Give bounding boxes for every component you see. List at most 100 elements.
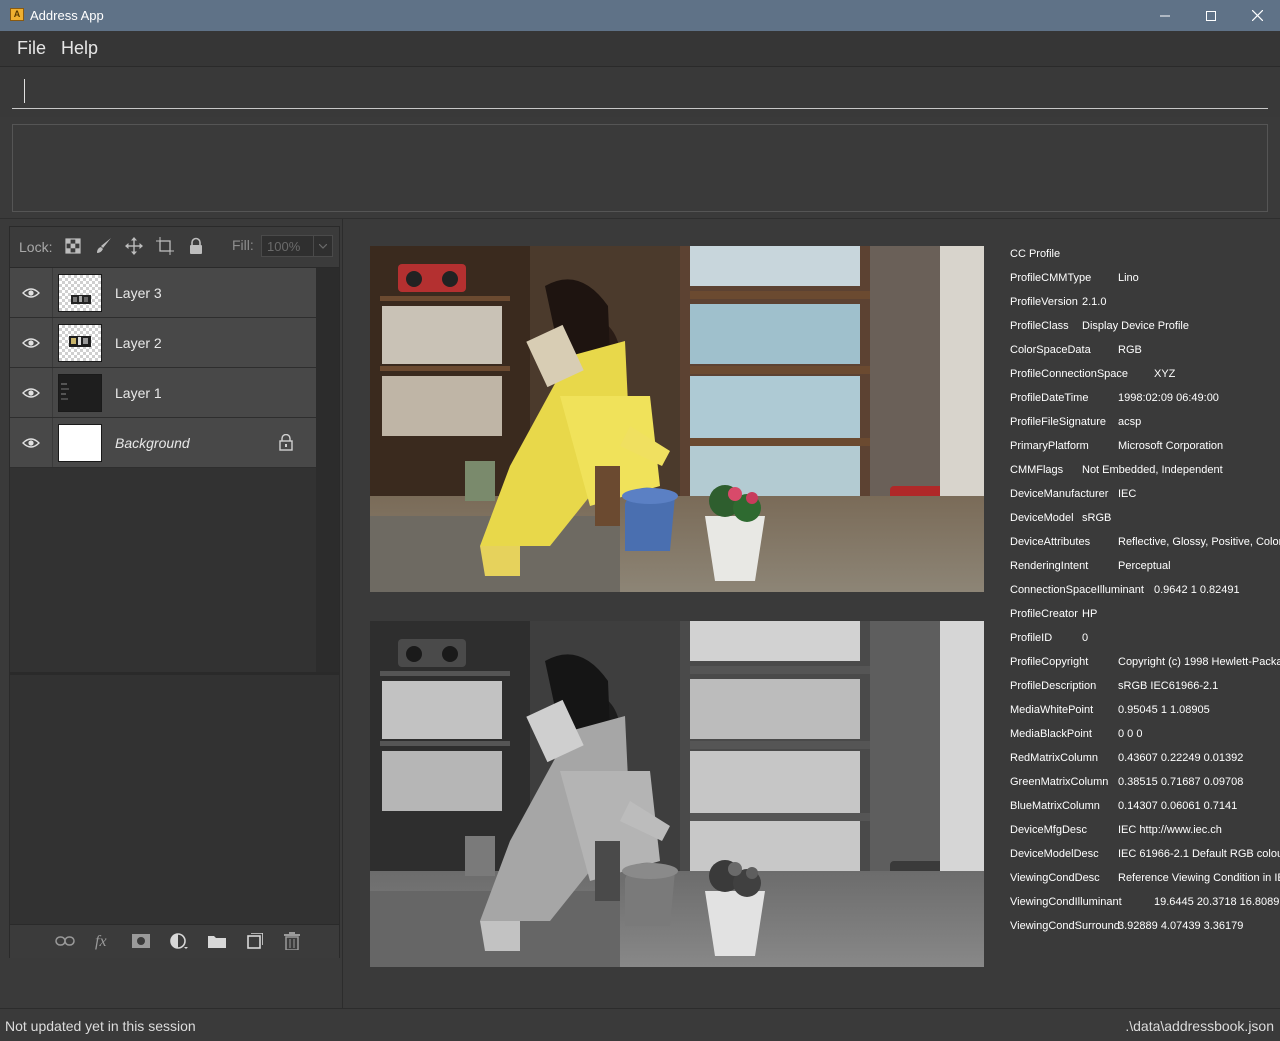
exif-row: BlueMatrixColumn 0.14307 0.06061 0.7141 — [1010, 798, 1237, 814]
eye-icon[interactable] — [10, 268, 53, 317]
close-button[interactable] — [1234, 0, 1280, 31]
exif-value: IEC — [1118, 488, 1137, 500]
exif-key: ProfileID — [1010, 632, 1053, 644]
layer-row[interactable]: Layer 2 — [10, 318, 316, 368]
scrollbar[interactable] — [316, 268, 339, 672]
fx-icon[interactable]: fx — [93, 932, 113, 950]
maximize-button[interactable] — [1188, 0, 1234, 31]
exif-value: 19.6445 20.3718 16.8089 — [1154, 896, 1280, 908]
layer-thumbnail — [58, 424, 102, 462]
layer-row[interactable]: Layer 3 — [10, 268, 316, 318]
exif-key: ConnectionSpaceIlluminant — [1010, 584, 1144, 596]
grayscale-photo — [370, 621, 984, 967]
layer-row[interactable]: Background — [10, 418, 316, 468]
exif-key: ProfileCMMType — [1010, 272, 1092, 284]
exif-value: 0.43607 0.22249 0.01392 — [1118, 752, 1244, 764]
lock-transparent-pixels-icon[interactable] — [64, 237, 82, 255]
lock-position-icon[interactable] — [125, 237, 143, 255]
exif-value: Copyright (c) 1998 Hewlett-Packard — [1118, 656, 1280, 668]
new-layer-icon[interactable] — [245, 932, 265, 950]
exif-value: 0.9642 1 0.82491 — [1154, 584, 1240, 596]
eye-icon[interactable] — [10, 368, 53, 417]
lock-artboard-icon[interactable] — [156, 237, 174, 255]
exif-key: MediaWhitePoint — [1010, 704, 1094, 716]
exif-key: ProfileCopyright — [1010, 656, 1089, 668]
menu-file[interactable]: File — [17, 38, 46, 59]
lock-image-pixels-icon[interactable] — [95, 237, 113, 255]
eye-icon[interactable] — [10, 318, 53, 367]
fill-value: 100% — [267, 239, 301, 254]
exif-row: CC Profile — [1010, 246, 1060, 262]
layer-row[interactable]: Layer 1 — [10, 368, 316, 418]
exif-row: CMMFlags Not Embedded, Independent — [1010, 462, 1223, 478]
window-title: Address App — [30, 8, 104, 23]
exif-key: CMMFlags — [1010, 464, 1064, 476]
exif-key: DeviceAttributes — [1010, 536, 1091, 548]
layer-name[interactable]: Layer 1 — [115, 385, 162, 401]
exif-key: PrimaryPlatform — [1010, 440, 1089, 452]
exif-value: Not Embedded, Independent — [1082, 464, 1223, 476]
folder-icon[interactable] — [207, 932, 227, 950]
exif-row: ProfileClass Display Device Profile — [1010, 318, 1189, 334]
exif-key: ProfileDescription — [1010, 680, 1097, 692]
exif-value: Microsoft Corporation — [1118, 440, 1224, 452]
divider — [342, 219, 343, 1008]
exif-key: DeviceModel — [1010, 512, 1074, 524]
app-icon: A — [10, 8, 24, 21]
close-icon — [1251, 10, 1263, 21]
mask-icon[interactable] — [131, 932, 151, 950]
exif-row: ViewingCondSurround 3.92889 4.07439 3.361… — [1010, 918, 1243, 934]
exif-key: RenderingIntent — [1010, 560, 1089, 572]
exif-row: RedMatrixColumn 0.43607 0.22249 0.01392 — [1010, 750, 1243, 766]
layer-name[interactable]: Layer 2 — [115, 335, 162, 351]
minimize-button[interactable] — [1142, 0, 1188, 31]
exif-value: Perceptual — [1118, 560, 1171, 572]
link-icon[interactable] — [55, 932, 75, 950]
fill-input[interactable]: 100% — [261, 235, 333, 257]
layer-name[interactable]: Layer 3 — [115, 285, 162, 301]
trash-icon[interactable] — [282, 932, 302, 950]
exif-value: 2.1.0 — [1082, 296, 1107, 308]
layer-thumbnail — [58, 324, 102, 362]
exif-value: RGB — [1118, 344, 1142, 356]
exif-key: CC Profile — [1010, 248, 1061, 260]
menu-help[interactable]: Help — [61, 38, 98, 59]
exif-row: DeviceModelDesc IEC 61966-2.1 Default RGB… — [1010, 846, 1280, 862]
exif-key: ProfileConnectionSpace — [1010, 368, 1129, 380]
minimize-icon — [1160, 15, 1170, 16]
exif-value: Reflective, Glossy, Positive, Color — [1118, 536, 1280, 548]
chevron-down-icon[interactable] — [313, 236, 332, 256]
layers-list: Layer 3 Layer 2 Layer 1 Background — [10, 268, 316, 672]
icc-profile-info: CC Profile ProfileCMMType Lino ProfileVersi… — [1010, 246, 1280, 946]
adjustment-icon[interactable] — [169, 932, 189, 950]
exif-row: ProfileCreator HP — [1010, 606, 1097, 622]
exif-value: 0.38515 0.71687 0.09708 — [1118, 776, 1244, 788]
exif-value: sRGB — [1082, 512, 1112, 524]
exif-row: DeviceManufacturer IEC — [1010, 486, 1136, 502]
layer-name[interactable]: Background — [115, 435, 190, 451]
command-area — [0, 67, 1280, 117]
result-display — [12, 124, 1268, 212]
exif-value: Reference Viewing Condition in IEC — [1118, 872, 1280, 884]
exif-row: ProfileCopyright Copyright (c) 1998 Hewle… — [1010, 654, 1280, 670]
lock-icon[interactable] — [278, 433, 294, 456]
exif-key: ViewingCondIlluminant — [1010, 896, 1122, 908]
exif-value: IEC 61966-2.1 Default RGB colour — [1118, 848, 1280, 860]
color-photo — [370, 246, 984, 592]
exif-value: XYZ — [1154, 368, 1176, 380]
exif-row: PrimaryPlatform Microsoft Corporation — [1010, 438, 1223, 454]
lock-all-icon[interactable] — [187, 237, 205, 255]
exif-value: 0 — [1082, 632, 1089, 644]
exif-row: ViewingCondIlluminant 19.6445 20.3718 16.… — [1010, 894, 1279, 910]
exif-value: IEC http://www.iec.ch — [1118, 824, 1222, 836]
text-caret — [24, 79, 25, 103]
exif-key: BlueMatrixColumn — [1010, 800, 1100, 812]
exif-key: GreenMatrixColumn — [1010, 776, 1109, 788]
menu-bar: File Help — [0, 31, 1280, 67]
exif-value: 1998:02:09 06:49:00 — [1118, 392, 1219, 404]
exif-key: ProfileFileSignature — [1010, 416, 1106, 428]
exif-key: RedMatrixColumn — [1010, 752, 1099, 764]
command-input[interactable] — [12, 75, 1268, 109]
eye-icon[interactable] — [10, 418, 53, 467]
exif-key: DeviceMfgDesc — [1010, 824, 1088, 836]
